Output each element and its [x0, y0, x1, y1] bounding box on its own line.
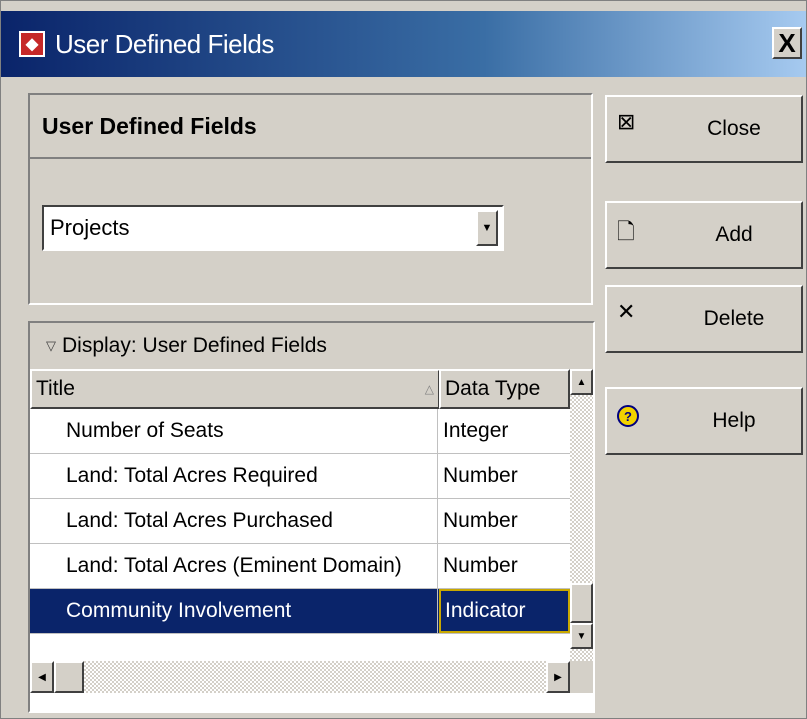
cell-data-type: Integer	[443, 419, 509, 442]
table-row[interactable]: Land: Total Acres Required Number	[30, 454, 570, 499]
fields-grid: ▽ Display: User Defined Fields Title △ D…	[28, 321, 595, 713]
dropdown-value: Projects	[50, 215, 130, 240]
scroll-right-button[interactable]: ▶	[546, 661, 570, 693]
grid-caption-label: Display: User Defined Fields	[62, 334, 327, 357]
horizontal-scrollbar[interactable]: ◀ ▶	[30, 661, 570, 693]
scroll-down-button[interactable]: ▼	[570, 623, 593, 649]
title-bar[interactable]: ◆ User Defined Fields X	[1, 11, 806, 77]
cell-title: Land: Total Acres Purchased	[30, 499, 438, 543]
close-button[interactable]: ⊠ Close	[605, 95, 803, 163]
cell-title: Number of Seats	[30, 409, 438, 453]
close-window-icon: ⊠	[617, 109, 636, 134]
scroll-up-button[interactable]: ▲	[570, 369, 593, 395]
scrollbar-corner	[570, 661, 593, 693]
help-question-icon: ?	[617, 405, 639, 427]
column-header-data-type[interactable]: Data Type	[439, 369, 570, 409]
cell-title: Land: Total Acres Required	[30, 454, 438, 498]
add-button-label: Add	[715, 223, 753, 246]
cell-data-type-editor[interactable]: Indicator	[439, 589, 570, 633]
help-button-label: Help	[712, 409, 756, 432]
horizontal-scroll-thumb[interactable]	[54, 661, 84, 693]
delete-button-label: Delete	[703, 307, 765, 330]
cell-title: Land: Total Acres (Eminent Domain)	[30, 544, 438, 588]
table-row-selected[interactable]: Community Involvement Indicator	[30, 589, 570, 634]
column-header-data-type-label: Data Type	[445, 377, 541, 400]
table-row[interactable]: Land: Total Acres Purchased Number	[30, 499, 570, 544]
record-type-panel: User Defined Fields Projects ▼	[28, 93, 593, 305]
close-button-label: Close	[707, 117, 761, 140]
column-header-title-label: Title	[36, 377, 75, 400]
app-logo-icon: ◆	[19, 31, 45, 57]
delete-x-icon: ✕	[617, 299, 636, 324]
dropdown-arrow-icon[interactable]: ▼	[476, 210, 498, 246]
record-type-dropdown[interactable]: Projects ▼	[42, 205, 504, 251]
add-button[interactable]: 🗋 Add	[605, 201, 803, 269]
cell-data-type: Number	[443, 509, 518, 532]
vertical-scrollbar[interactable]: ▲ ▼	[570, 369, 593, 669]
cell-data-type: Number	[443, 464, 518, 487]
vertical-scroll-thumb[interactable]	[570, 583, 593, 623]
collapse-triangle-icon[interactable]: ▽	[46, 338, 56, 354]
user-defined-fields-window: ◆ User Defined Fields X User Defined Fie…	[0, 0, 807, 719]
table-row[interactable]: Number of Seats Integer	[30, 409, 570, 454]
cell-title: Community Involvement	[30, 589, 438, 633]
scroll-left-button[interactable]: ◀	[30, 661, 54, 693]
cell-data-type: Number	[443, 554, 518, 577]
panel-heading: User Defined Fields	[30, 95, 591, 159]
grid-caption[interactable]: ▽ Display: User Defined Fields	[30, 323, 593, 369]
sort-ascending-icon: △	[424, 382, 434, 396]
delete-button[interactable]: ✕ Delete	[605, 285, 803, 353]
table-row[interactable]: Land: Total Acres (Eminent Domain) Numbe…	[30, 544, 570, 589]
column-header-title[interactable]: Title △	[30, 369, 440, 409]
help-button[interactable]: ? Help	[605, 387, 803, 455]
window-close-button[interactable]: X	[772, 27, 802, 59]
new-document-icon: 🗋	[617, 219, 635, 244]
window-title: User Defined Fields	[55, 28, 274, 59]
grid-rows: Number of Seats Integer Land: Total Acre…	[30, 409, 570, 634]
